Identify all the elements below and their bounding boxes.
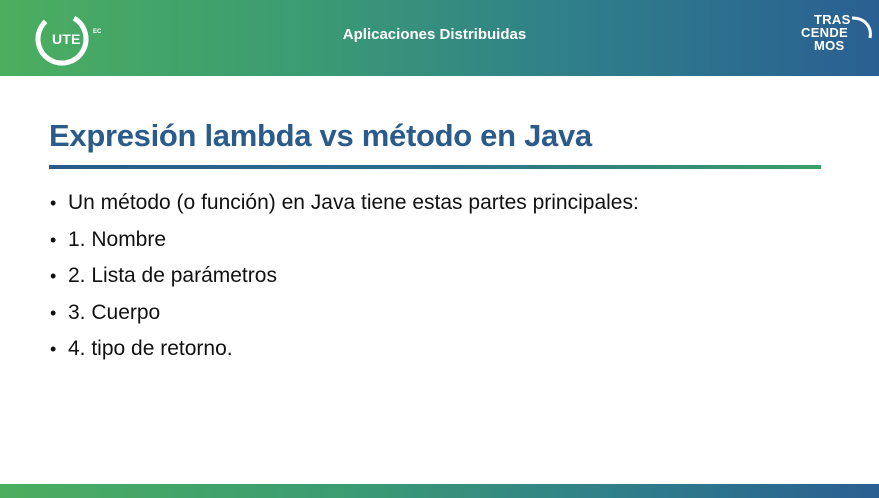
bullet-dot-icon: •	[50, 302, 57, 323]
brand-logo: TRAS CENDE MOS	[800, 13, 872, 63]
bullet-item: • 1. Nombre	[50, 225, 639, 262]
bullet-text: Un método (o función) en Java tiene esta…	[68, 191, 639, 214]
bullet-text: 3. Cuerpo	[68, 300, 161, 324]
bullet-dot-icon: •	[50, 339, 57, 359]
bullet-item: • 4. tipo de retorno.	[50, 334, 639, 371]
presentation-slide: UTE EC Aplicaciones Distribuidas TRAS CE…	[0, 0, 879, 498]
bullet-item: • 3. Cuerpo	[50, 298, 639, 335]
bullet-item: • 2. Lista de parámetros	[50, 261, 639, 298]
bullet-item: • Un método (o función) en Java tiene es…	[50, 188, 639, 225]
bullet-text: 4. tipo de retorno.	[68, 337, 233, 360]
bullet-dot-icon: •	[50, 266, 57, 286]
bullet-dot-icon: •	[50, 193, 57, 213]
slide-title: Expresión lambda vs método en Java	[49, 118, 592, 153]
header-bar: UTE EC Aplicaciones Distribuidas TRAS CE…	[0, 0, 879, 76]
footer-bar	[0, 484, 879, 498]
brand-arc-icon	[851, 16, 872, 39]
bullet-dot-icon: •	[50, 229, 57, 250]
header-title: Aplicaciones Distribuidas	[342, 26, 527, 43]
title-underline	[49, 165, 821, 169]
bullet-text: 2. Lista de parámetros	[68, 264, 277, 287]
bullet-list: • Un método (o función) en Java tiene es…	[50, 188, 639, 371]
brand-line-3: MOS	[814, 38, 845, 53]
bullet-text: 1. Nombre	[68, 227, 167, 251]
